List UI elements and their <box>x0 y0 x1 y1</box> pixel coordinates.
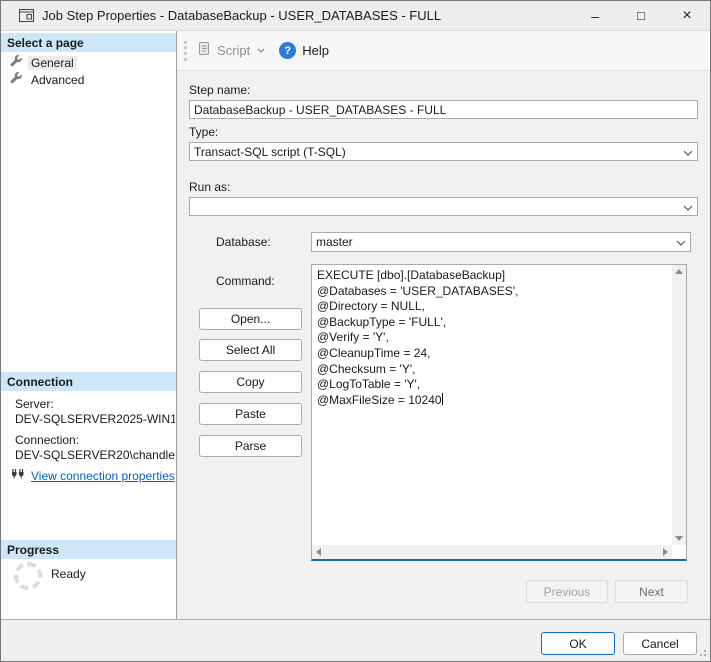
chevron-down-icon <box>683 145 693 159</box>
copy-button[interactable]: Copy <box>199 371 302 393</box>
database-select-value: master <box>316 235 353 249</box>
type-label: Type: <box>189 125 219 139</box>
toolbar: Script ? Help <box>177 31 710 71</box>
script-icon <box>196 41 212 60</box>
connection-value: DEV-SQLSERVER20\chandlergra <box>15 448 175 462</box>
job-step-properties-dialog: Job Step Properties - DatabaseBackup - U… <box>0 0 711 662</box>
select-all-button[interactable]: Select All <box>199 339 302 361</box>
open-button[interactable]: Open... <box>199 308 302 330</box>
scroll-down-icon[interactable] <box>675 536 683 541</box>
ok-button[interactable]: OK <box>541 632 615 655</box>
parse-button[interactable]: Parse <box>199 435 302 457</box>
command-label: Command: <box>216 274 275 288</box>
toolbar-grip <box>184 40 187 61</box>
titlebar: Job Step Properties - DatabaseBackup - U… <box>1 1 710 31</box>
cancel-button[interactable]: Cancel <box>623 632 697 655</box>
script-label: Script <box>217 43 251 58</box>
type-select-value: Transact-SQL script (T-SQL) <box>194 144 346 159</box>
view-connection-properties-link[interactable]: View connection properties <box>31 469 175 483</box>
connection-header: Connection <box>1 372 176 391</box>
view-connection-properties-row: View connection properties <box>11 468 175 484</box>
help-icon: ? <box>279 42 297 59</box>
script-button[interactable]: Script <box>196 41 265 60</box>
progress-status: Ready <box>51 567 86 581</box>
command-textarea[interactable]: EXECUTE [dbo].[DatabaseBackup] @Database… <box>311 264 687 561</box>
database-select[interactable]: master <box>311 232 691 252</box>
sidebar-item-label: General <box>28 56 77 70</box>
wrench-icon <box>10 55 23 71</box>
text-caret <box>441 392 443 405</box>
progress-spinner-icon <box>14 562 42 590</box>
command-text: EXECUTE [dbo].[DatabaseBackup] @Database… <box>317 268 519 407</box>
run-as-select[interactable] <box>189 197 698 216</box>
type-select[interactable]: Transact-SQL script (T-SQL) <box>189 142 698 161</box>
server-value: DEV-SQLSERVER2025-WIN11-01 <box>15 412 175 426</box>
previous-button[interactable]: Previous <box>526 580 608 603</box>
close-button[interactable]: × <box>664 1 710 30</box>
scroll-right-icon[interactable] <box>663 548 668 556</box>
connection-label: Connection: <box>15 433 80 447</box>
window-title: Job Step Properties - DatabaseBackup - U… <box>42 8 442 23</box>
server-label: Server: <box>15 397 54 411</box>
help-button[interactable]: ? Help <box>279 42 329 59</box>
run-as-label: Run as: <box>189 180 231 194</box>
step-name-input[interactable] <box>189 100 698 119</box>
scroll-up-icon[interactable] <box>675 269 683 274</box>
progress-header: Progress <box>1 540 176 559</box>
footer: OK Cancel <box>1 619 710 661</box>
sidebar-item-label: Advanced <box>31 73 85 87</box>
resize-grip[interactable] <box>698 646 707 660</box>
connection-plug-icon <box>11 468 25 484</box>
vertical-scrollbar[interactable] <box>672 265 686 545</box>
sidebar: Select a page General Advanced Connectio… <box>1 31 177 619</box>
chevron-down-icon <box>683 200 693 214</box>
select-a-page-header: Select a page <box>1 33 176 52</box>
dialog-window-icon <box>19 9 34 22</box>
step-name-label: Step name: <box>189 83 251 97</box>
minimize-button[interactable]: – <box>572 1 618 30</box>
paste-button[interactable]: Paste <box>199 403 302 425</box>
next-button[interactable]: Next <box>615 580 688 603</box>
main-panel: Step name: Type: Transact-SQL script (T-… <box>177 71 710 619</box>
database-label: Database: <box>216 235 271 249</box>
window-controls: – □ × <box>572 1 710 30</box>
chevron-down-icon <box>676 235 686 249</box>
sidebar-item-general[interactable]: General <box>10 55 77 71</box>
wrench-icon <box>10 72 23 88</box>
sidebar-item-advanced[interactable]: Advanced <box>10 72 87 88</box>
horizontal-scrollbar[interactable] <box>312 545 672 559</box>
script-dropdown-chevron-icon <box>257 48 265 53</box>
help-label: Help <box>302 43 329 58</box>
maximize-button[interactable]: □ <box>618 1 664 30</box>
scroll-left-icon[interactable] <box>316 548 321 556</box>
